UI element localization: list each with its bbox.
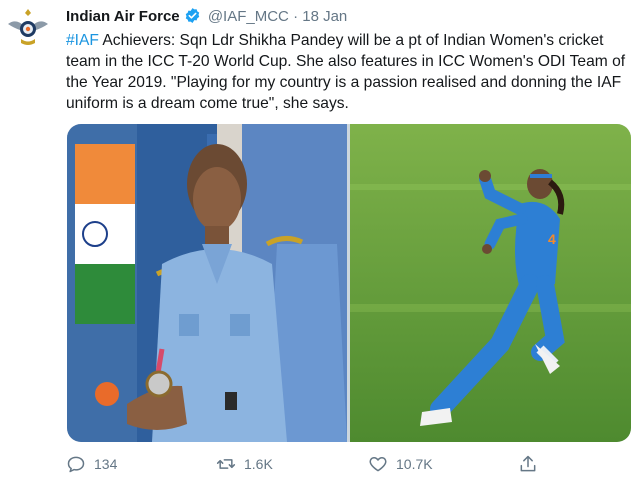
tweet-text: #IAF Achievers: Sqn Ldr Shikha Pandey wi…	[66, 30, 636, 114]
svg-text:4: 4	[548, 231, 556, 247]
share-button[interactable]	[518, 452, 546, 476]
author-handle[interactable]: @IAF_MCC	[208, 8, 289, 25]
media-grid: 4	[67, 124, 631, 442]
tweet-header: Indian Air Force @IAF_MCC · 18 Jan	[66, 7, 347, 27]
hashtag-link[interactable]: #IAF	[66, 32, 99, 49]
avatar[interactable]	[6, 6, 50, 50]
retweet-count: 1.6K	[244, 456, 273, 472]
author-name[interactable]: Indian Air Force	[66, 8, 180, 25]
tweet-date[interactable]: 18 Jan	[302, 8, 347, 25]
tweet[interactable]: Indian Air Force @IAF_MCC · 18 Jan #IAF …	[0, 0, 640, 484]
iaf-emblem-icon	[8, 9, 48, 45]
reply-icon	[67, 456, 85, 473]
verified-badge-icon	[184, 7, 201, 24]
reply-button[interactable]: 134	[66, 452, 117, 476]
retweet-icon	[216, 459, 236, 469]
reply-count: 134	[94, 456, 118, 472]
share-icon	[520, 455, 536, 472]
like-button[interactable]: 10.7K	[368, 452, 433, 476]
photo-bowler-in-action[interactable]: 4	[350, 124, 631, 442]
separator: ·	[293, 8, 299, 25]
heart-icon	[369, 457, 387, 472]
tweet-text-body: Achievers: Sqn Ldr Shikha Pandey will be…	[66, 32, 626, 112]
photo-officer-with-medal[interactable]	[67, 124, 347, 442]
retweet-button[interactable]: 1.6K	[216, 452, 273, 476]
like-count: 10.7K	[396, 456, 433, 472]
tweet-actions: 134 1.6K 10.7K	[66, 452, 586, 476]
